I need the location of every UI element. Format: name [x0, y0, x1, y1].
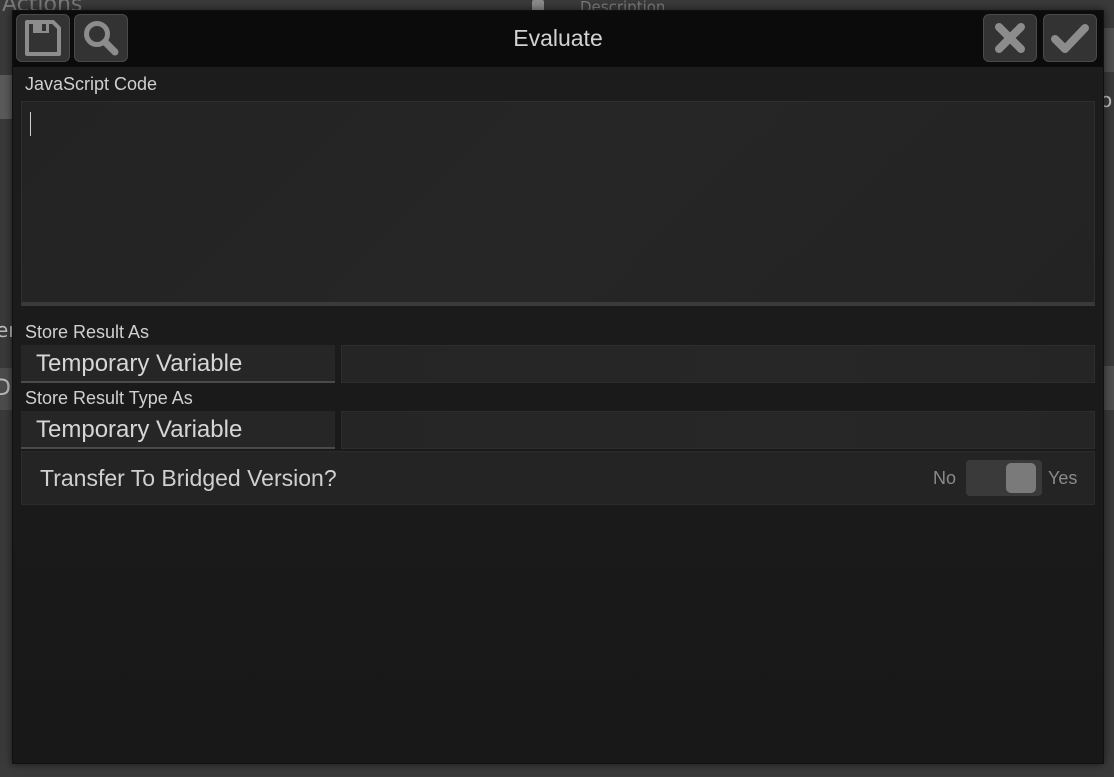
store-result-name-input[interactable] [341, 345, 1095, 383]
store-result-type-label: Store Result Type As [25, 388, 193, 408]
background-left-text-2: D [0, 376, 11, 401]
store-result-type-name-input[interactable] [341, 411, 1095, 449]
store-result-type-select[interactable]: Temporary Variable [21, 411, 335, 449]
floppy-disk-icon [25, 20, 61, 56]
magnifier-icon [84, 21, 119, 56]
transfer-bridged-row: Transfer To Bridged Version? No Yes [21, 451, 1095, 505]
checkmark-icon [1051, 24, 1089, 53]
store-result-label: Store Result As [25, 322, 150, 342]
save-button[interactable] [16, 14, 70, 62]
x-icon [995, 23, 1025, 53]
dialog-titlebar: Evaluate [13, 11, 1103, 67]
javascript-code-editor[interactable] [21, 101, 1095, 306]
store-result-select[interactable]: Temporary Variable [21, 345, 335, 383]
transfer-bridged-label: Transfer To Bridged Version? [40, 465, 337, 491]
cancel-button[interactable] [983, 14, 1037, 62]
toggle-no-label: No [933, 468, 957, 488]
javascript-code-label: JavaScript Code [25, 74, 158, 94]
confirm-button[interactable] [1043, 14, 1097, 62]
evaluate-dialog: Evaluate JavaScript Code Store Result As… [12, 10, 1104, 764]
toggle-knob [1006, 463, 1036, 493]
dialog-title: Evaluate [513, 25, 603, 51]
toggle-yes-label: Yes [1048, 468, 1078, 488]
search-button[interactable] [74, 14, 128, 62]
transfer-bridged-toggle[interactable] [966, 460, 1042, 496]
text-caret [30, 112, 31, 136]
